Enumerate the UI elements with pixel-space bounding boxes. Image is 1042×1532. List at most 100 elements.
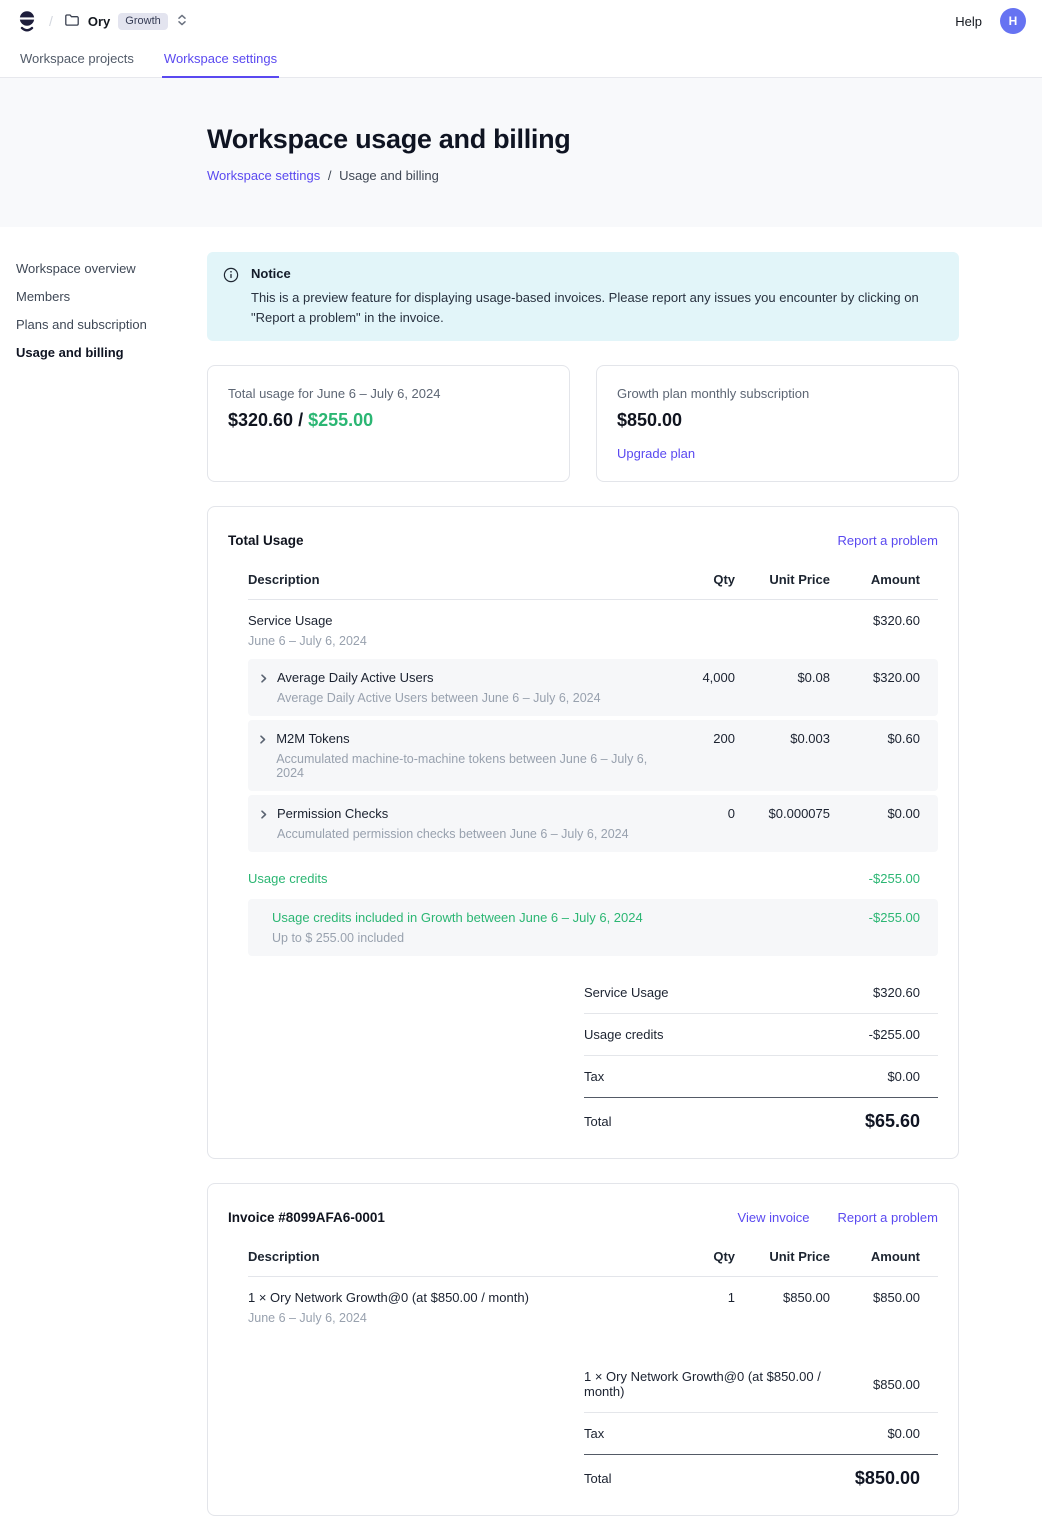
invoice-table: Description Qty Unit Price Amount 1 × Or…: [248, 1241, 938, 1489]
total-label: Total: [584, 1471, 611, 1486]
row-title: Usage credits included in Growth between…: [272, 910, 643, 925]
sidebar-item-workspace-overview[interactable]: Workspace overview: [16, 256, 191, 281]
row-qty: 0: [655, 806, 735, 821]
invoice-summary-totals: 1 × Ory Network Growth@0 (at $850.00 / m…: [584, 1356, 938, 1489]
table-row-usage-credits: Usage credits -$255.00: [248, 856, 938, 899]
help-link[interactable]: Help: [955, 14, 982, 29]
report-problem-link-invoice[interactable]: Report a problem: [838, 1210, 938, 1225]
col-amount: Amount: [830, 1249, 938, 1264]
row-qty: 1: [655, 1290, 735, 1305]
row-amount: $0.60: [830, 731, 938, 746]
page-title: Workspace usage and billing: [207, 124, 1002, 155]
col-amount: Amount: [830, 572, 938, 587]
sidebar-item-usage-billing[interactable]: Usage and billing: [16, 340, 191, 365]
summary-value: $320.60: [873, 985, 920, 1000]
summary-row-tax: Tax $0.00: [584, 1056, 938, 1098]
usage-amount-separator: /: [293, 410, 308, 430]
notice-banner: Notice This is a preview feature for dis…: [207, 252, 959, 341]
col-unit-price: Unit Price: [735, 1249, 830, 1264]
col-description: Description: [248, 572, 655, 587]
summary-row-tax: Tax $0.00: [584, 1413, 938, 1455]
view-invoice-link[interactable]: View invoice: [738, 1210, 810, 1225]
table-row-service-usage: Service Usage June 6 – July 6, 2024 $320…: [248, 600, 938, 659]
settings-sidebar: Workspace overview Members Plans and sub…: [16, 256, 191, 368]
total-usage-label: Total usage for June 6 – July 6, 2024: [228, 386, 549, 401]
tab-workspace-projects[interactable]: Workspace projects: [18, 42, 136, 78]
summary-value: $0.00: [887, 1069, 920, 1084]
total-usage-card: Total usage for June 6 – July 6, 2024 $3…: [207, 365, 570, 482]
summary-value: $850.00: [873, 1377, 920, 1392]
folder-icon: [64, 12, 80, 31]
table-row-permission-checks: Permission Checks Accumulated permission…: [248, 795, 938, 852]
summary-label: 1 × Ory Network Growth@0 (at $850.00 / m…: [584, 1369, 873, 1399]
sidebar-item-plans-subscription[interactable]: Plans and subscription: [16, 312, 191, 337]
row-title: Average Daily Active Users: [277, 670, 601, 685]
row-title: Service Usage: [248, 613, 655, 628]
summary-row-service-usage: Service Usage $320.60: [584, 972, 938, 1014]
row-unit-price: $850.00: [735, 1290, 830, 1305]
row-subtitle: June 6 – July 6, 2024: [248, 634, 655, 648]
summary-row-total: Total $850.00: [584, 1455, 938, 1489]
chevron-right-icon[interactable]: [256, 671, 270, 685]
row-title: 1 × Ory Network Growth@0 (at $850.00 / m…: [248, 1290, 655, 1305]
sidebar-item-members[interactable]: Members: [16, 284, 191, 309]
row-subtitle: Up to $ 255.00 included: [272, 931, 643, 945]
summary-label: Tax: [584, 1069, 614, 1084]
summary-value: -$255.00: [869, 1027, 920, 1042]
notice-title: Notice: [251, 266, 943, 281]
usage-used-amount: $320.60: [228, 410, 293, 430]
summary-row-total: Total $65.60: [584, 1098, 938, 1132]
row-title: Usage credits: [248, 871, 655, 886]
summary-label: Usage credits: [584, 1027, 673, 1042]
avatar[interactable]: H: [1000, 8, 1026, 34]
col-unit-price: Unit Price: [735, 572, 830, 587]
plan-subscription-amount: $850.00: [617, 410, 938, 431]
row-unit-price: $0.000075: [735, 806, 830, 821]
page-header: Workspace usage and billing Workspace se…: [0, 78, 1042, 227]
row-qty: 200: [655, 731, 735, 746]
total-value: $65.60: [865, 1111, 920, 1132]
chevron-right-icon[interactable]: [256, 807, 270, 821]
row-amount: $320.60: [830, 613, 938, 628]
usage-table: Description Qty Unit Price Amount Servic…: [248, 564, 938, 1132]
row-subtitle: Accumulated machine-to-machine tokens be…: [276, 752, 655, 780]
row-amount: -$255.00: [830, 910, 938, 925]
row-qty: 4,000: [655, 670, 735, 685]
chevron-right-icon[interactable]: [256, 732, 269, 746]
tab-workspace-settings[interactable]: Workspace settings: [162, 42, 279, 78]
table-row-usage-credits-detail: Usage credits included in Growth between…: [248, 899, 938, 956]
topbar: / Ory Growth Help H: [0, 0, 1042, 42]
breadcrumb-current: Usage and billing: [339, 168, 439, 183]
summary-row-subscription: 1 × Ory Network Growth@0 (at $850.00 / m…: [584, 1356, 938, 1413]
col-qty: Qty: [655, 1249, 735, 1264]
summary-row-usage-credits: Usage credits -$255.00: [584, 1014, 938, 1056]
total-value: $850.00: [855, 1468, 920, 1489]
breadcrumb-workspace-settings[interactable]: Workspace settings: [207, 168, 320, 183]
invoice-card: Invoice #8099AFA6-0001 View invoice Repo…: [207, 1183, 959, 1516]
table-row-m2m-tokens: M2M Tokens Accumulated machine-to-machin…: [248, 720, 938, 791]
breadcrumb-separator: /: [328, 168, 332, 183]
invoice-title: Invoice #8099AFA6-0001: [228, 1210, 385, 1225]
main-content: Notice This is a preview feature for dis…: [207, 252, 959, 1516]
summary-value: $0.00: [887, 1426, 920, 1441]
row-title: M2M Tokens: [276, 731, 655, 746]
row-amount: $850.00: [830, 1290, 938, 1305]
upgrade-plan-link[interactable]: Upgrade plan: [617, 446, 695, 461]
workspace-tabs: Workspace projects Workspace settings: [0, 42, 1042, 78]
invoice-table-header: Description Qty Unit Price Amount: [248, 1241, 938, 1277]
workspace-plan-badge: Growth: [118, 13, 167, 30]
workspace-switcher[interactable]: Ory Growth: [64, 12, 188, 31]
total-label: Total: [584, 1114, 611, 1129]
usage-included-amount: $255.00: [308, 410, 373, 430]
row-unit-price: $0.003: [735, 731, 830, 746]
total-usage-invoice-card: Total Usage Report a problem Description…: [207, 506, 959, 1159]
total-usage-amount: $320.60 / $255.00: [228, 410, 549, 431]
info-icon: [223, 267, 239, 327]
breadcrumb: Workspace settings / Usage and billing: [207, 168, 1002, 183]
breadcrumb-slash: /: [49, 13, 53, 29]
report-problem-link-usage[interactable]: Report a problem: [838, 533, 938, 548]
row-subtitle: Average Daily Active Users between June …: [277, 691, 601, 705]
row-title: Permission Checks: [277, 806, 629, 821]
col-qty: Qty: [655, 572, 735, 587]
ory-logo-icon[interactable]: [16, 9, 38, 33]
